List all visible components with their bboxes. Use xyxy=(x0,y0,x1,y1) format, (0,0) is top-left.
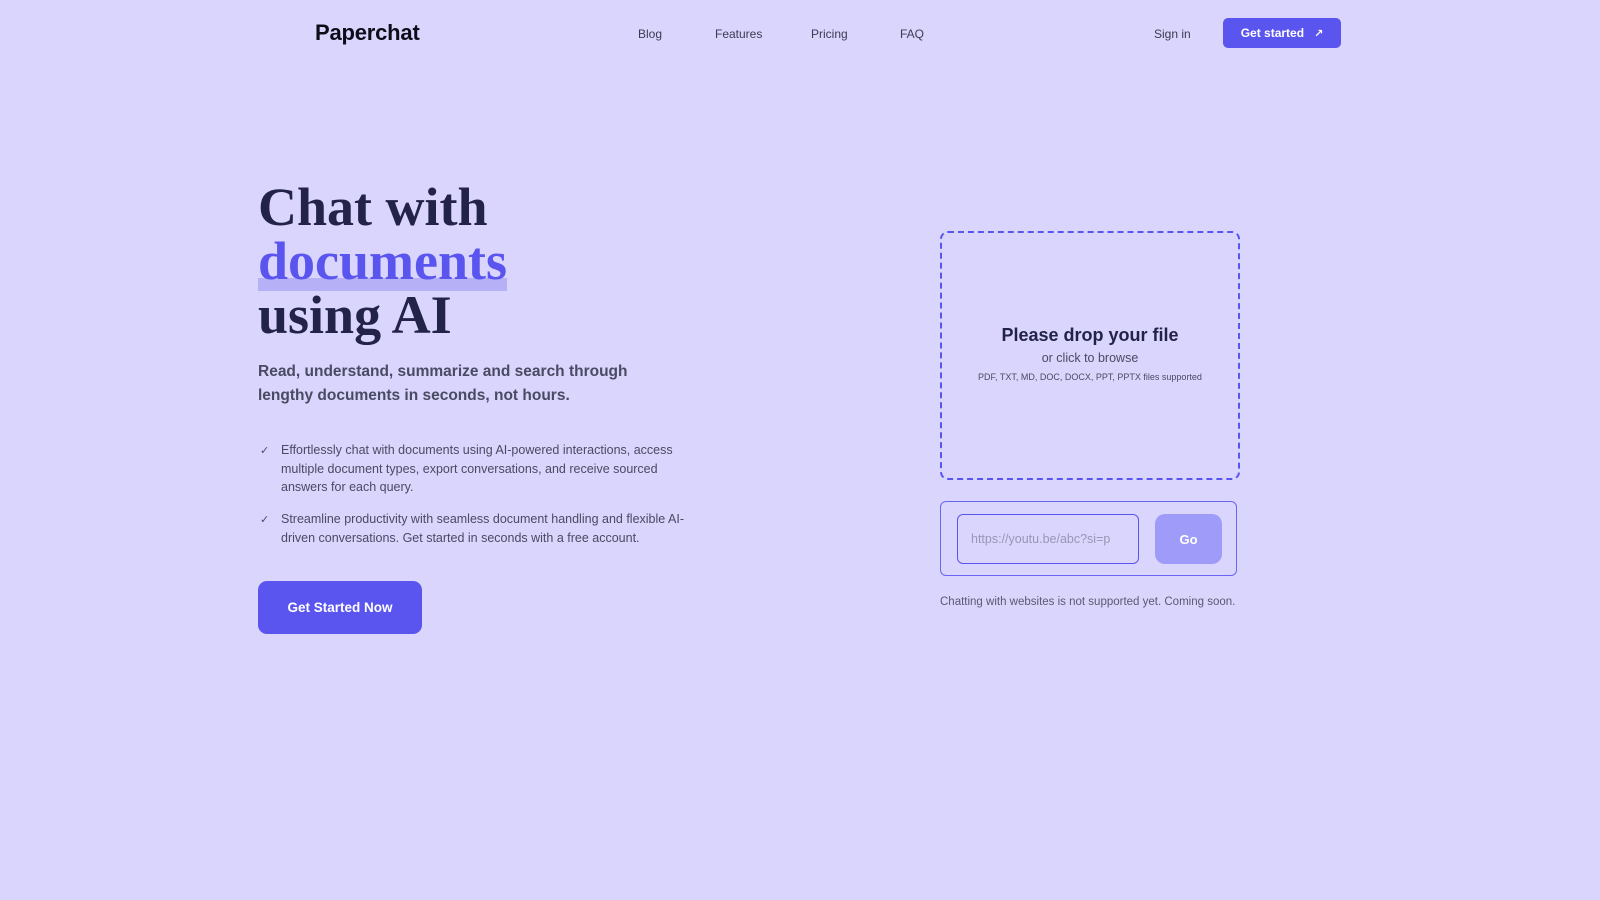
hero-title-line-1: Chat with xyxy=(258,177,488,237)
check-icon: ✓ xyxy=(260,445,270,457)
file-dropzone[interactable]: Please drop your file or click to browse… xyxy=(940,231,1240,480)
hero-subtitle: Read, understand, summarize and search t… xyxy=(258,363,628,404)
hero-title: Chat with documents using AI xyxy=(258,177,508,345)
feature-list: ✓ Effortlessly chat with documents using… xyxy=(258,441,698,548)
websites-note: Chatting with websites is not supported … xyxy=(940,596,1236,608)
nav-link-pricing[interactable]: Pricing xyxy=(811,26,848,42)
nav-link-faq[interactable]: FAQ xyxy=(900,26,924,42)
get-started-now-button[interactable]: Get Started Now xyxy=(258,581,422,634)
feature-item: ✓ Streamline productivity with seamless … xyxy=(258,510,698,547)
sign-in-link[interactable]: Sign in xyxy=(1154,26,1191,42)
dropzone-title: Please drop your file xyxy=(1001,325,1179,345)
feature-text: Streamline productivity with seamless do… xyxy=(281,512,684,545)
check-icon: ✓ xyxy=(260,514,270,527)
nav-link-features[interactable]: Features xyxy=(715,26,762,42)
get-started-button[interactable]: Get started ↗ xyxy=(1223,18,1341,48)
hero-title-accent: documents xyxy=(258,231,508,291)
url-form: Go xyxy=(940,501,1237,576)
go-button[interactable]: Go xyxy=(1155,514,1222,564)
main-nav: Blog Features Pricing FAQ xyxy=(0,26,1600,46)
get-started-label: Get started xyxy=(1240,26,1305,40)
arrow-up-right-icon: ↗ xyxy=(1314,27,1324,40)
hero-title-line-3: using AI xyxy=(258,285,452,345)
feature-text: Effortlessly chat with documents using A… xyxy=(281,443,673,495)
dropzone-subtitle: or click to browse xyxy=(1041,351,1139,365)
supported-file-types: PDF, TXT, MD, DOC, DOCX, PPT, PPTX files… xyxy=(978,372,1202,382)
url-input[interactable] xyxy=(957,514,1139,564)
feature-item: ✓ Effortlessly chat with documents using… xyxy=(258,441,698,497)
nav-link-blog[interactable]: Blog xyxy=(638,26,662,42)
